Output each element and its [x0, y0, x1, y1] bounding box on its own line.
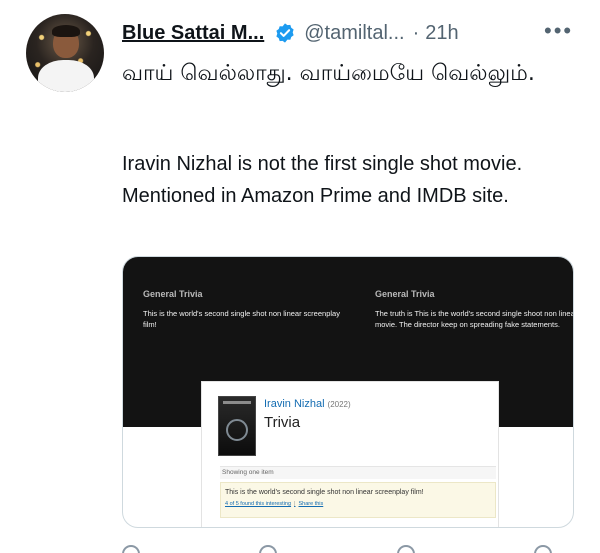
link-separator: |	[294, 501, 296, 507]
tweet-text-english: Iravin Nizhal is not the first single sh…	[122, 153, 523, 207]
movie-year: (2022)	[327, 400, 351, 409]
trivia-text: The truth is This is the world's second …	[375, 309, 574, 329]
trivia-heading: General Trivia	[375, 289, 435, 299]
trivia-item-links: 4 of 5 found this interesting | Share this	[225, 501, 491, 507]
share-link: Share this	[298, 501, 324, 507]
movie-title: Iravin Nizhal (2022)	[264, 398, 351, 410]
avatar[interactable]	[26, 14, 104, 92]
retweet-icon[interactable]	[259, 545, 278, 553]
more-options-icon[interactable]: •••	[544, 18, 573, 44]
movie-poster	[218, 396, 256, 456]
trivia-heading: General Trivia	[143, 289, 203, 299]
trivia-item: This is the world's second single shot n…	[220, 482, 496, 518]
like-icon[interactable]	[396, 545, 415, 553]
tweet-actions	[122, 545, 552, 553]
movie-title-link: Iravin Nizhal	[264, 398, 325, 410]
avatar-hair	[52, 25, 80, 37]
poster-title-strip	[223, 401, 251, 404]
attached-image[interactable]: General Trivia This is the world's secon…	[122, 256, 574, 528]
timestamp[interactable]: 21h	[425, 22, 458, 45]
interesting-link: 4 of 5 found this interesting	[225, 501, 292, 507]
trivia-column-left: General Trivia This is the world's secon…	[143, 289, 348, 330]
poster-circle	[226, 419, 248, 441]
trivia-text: This is the world's second single shot n…	[143, 309, 340, 329]
tweet-text-tamil: வாய் வெல்லாது. வாய்மையே வெல்லும்.	[122, 61, 535, 86]
trivia-item-text: This is the world's second single shot n…	[225, 489, 424, 496]
section-title: Trivia	[264, 414, 301, 431]
verified-badge-icon	[276, 23, 294, 43]
trivia-column-right: General Trivia The truth is This is the …	[375, 289, 574, 330]
display-name[interactable]: Blue Sattai M...	[122, 22, 264, 45]
share-icon[interactable]	[533, 545, 552, 553]
showing-count: Showing one item	[220, 466, 496, 479]
avatar-shirt	[38, 60, 94, 92]
reply-icon[interactable]	[122, 545, 140, 553]
tweet-header: Blue Sattai M... @tamiltal... · 21h	[122, 18, 459, 48]
imdb-screenshot: Iravin Nizhal (2022) Trivia Showing one i…	[201, 381, 499, 527]
handle[interactable]: @tamiltal...	[304, 22, 404, 45]
separator-dot: ·	[412, 21, 420, 44]
